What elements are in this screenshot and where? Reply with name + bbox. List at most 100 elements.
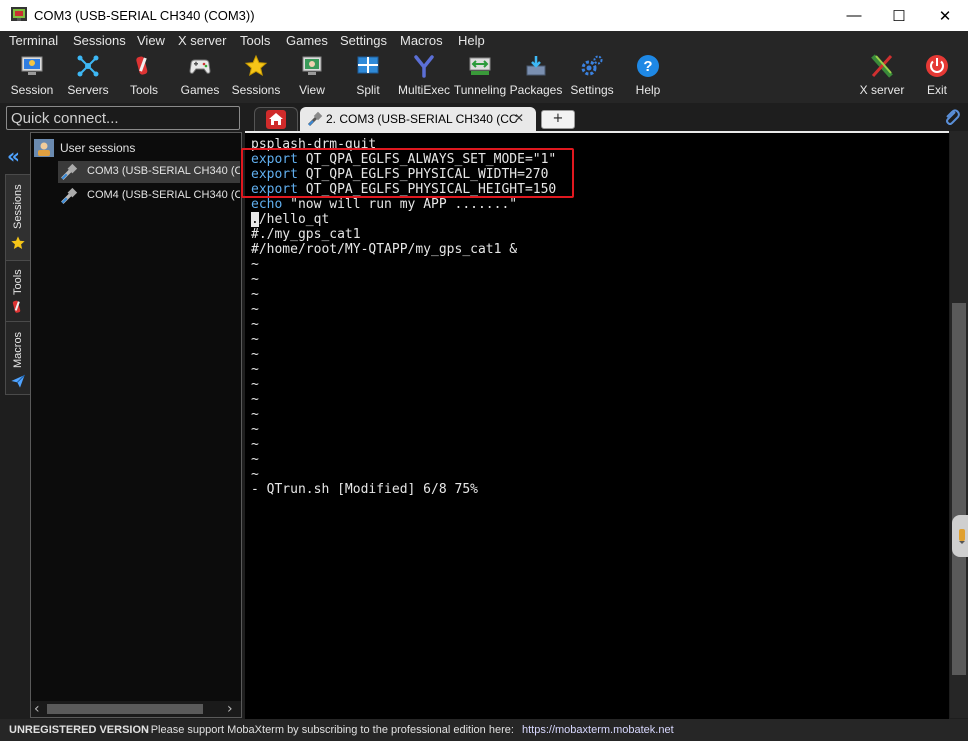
tools-icon — [136, 56, 148, 75]
terminal-tilde: ~ — [251, 362, 259, 377]
terminal-area[interactable]: psplash-drm-quit export QT_QPA_EGLFS_ALW… — [245, 131, 949, 720]
terminal-tilde: ~ — [251, 332, 259, 347]
tab-com3[interactable]: 2. COM3 (USB-SERIAL CH340 (CC ✕ — [300, 107, 536, 131]
unregistered-label: UNREGISTERED VERSION — [9, 724, 149, 736]
terminal-scroll-thumb[interactable] — [952, 303, 966, 675]
terminal-tilde: ~ — [251, 272, 259, 287]
terminal-tilde: ~ — [251, 287, 259, 302]
help-button[interactable]: ? Help — [619, 51, 677, 101]
user-sessions-header[interactable]: User sessions — [60, 141, 135, 155]
window-title: COM3 (USB-SERIAL CH340 (COM3)) — [34, 8, 255, 23]
macros-vertical-label: Macros — [12, 331, 24, 368]
power-icon — [926, 55, 948, 77]
terminal-tilde: ~ — [251, 392, 259, 407]
scroll-right-icon[interactable]: › — [227, 701, 233, 717]
menu-view[interactable]: View — [137, 33, 165, 48]
packages-icon — [526, 56, 546, 76]
menu-sessions[interactable]: Sessions — [73, 33, 126, 48]
exit-button[interactable]: Exit — [908, 51, 966, 101]
pencil-icon — [959, 529, 965, 544]
new-tab-button[interactable]: + — [541, 110, 575, 129]
menu-x-server[interactable]: X server — [178, 33, 226, 48]
menu-terminal[interactable]: Terminal — [9, 33, 58, 48]
exit-label: Exit — [926, 83, 947, 97]
mobaxterm-app-icon — [11, 7, 27, 21]
help-icon: ? — [637, 55, 659, 77]
view-icon — [302, 56, 322, 75]
multiexec-icon — [414, 55, 434, 78]
help-label: Help — [635, 83, 661, 97]
terminal-line: ./hello_qt — [251, 212, 330, 227]
terminal-vertical-scrollbar[interactable] — [950, 131, 968, 718]
paperclip-icon[interactable] — [943, 108, 961, 130]
terminal-tilde: ~ — [251, 452, 259, 467]
terminal-line: #/home/root/MY-QTAPP/my_gps_cat1 & — [251, 242, 518, 257]
gear-icon — [581, 55, 603, 76]
session-item-com3[interactable]: COM3 (USB-SERIAL CH340 (CC — [58, 161, 240, 183]
menu-bar: Terminal Sessions View X server Tools Ga… — [0, 31, 968, 51]
terminal-tilde: ~ — [251, 257, 259, 272]
star-icon — [11, 236, 25, 249]
terminal-tilde: ~ — [251, 467, 259, 482]
close-window-button[interactable]: ✕ — [922, 0, 968, 31]
sessions-horizontal-scrollbar[interactable]: ‹ › — [31, 701, 241, 717]
quick-connect-box — [6, 106, 240, 130]
main-toolbar: Session Servers Tools Games Sessions Vie… — [0, 51, 968, 103]
gamepad-icon — [189, 59, 211, 74]
sidebar-vertical-strip: « Sessions Tools Macros — [4, 132, 31, 395]
terminal-tilde: ~ — [251, 422, 259, 437]
star-icon — [244, 54, 268, 77]
menu-help[interactable]: Help — [458, 33, 485, 48]
macros-vertical-tab[interactable]: Macros — [5, 321, 31, 395]
terminal-tilde: ~ — [251, 437, 259, 452]
sessions-panel: User sessions COM3 (USB-SERIAL CH340 (CC… — [30, 132, 242, 718]
highlight-box — [241, 148, 574, 198]
tools-vertical-tab[interactable]: Tools — [5, 260, 31, 322]
vi-status-line: - QTrun.sh [Modified] 6/8 75% — [251, 482, 478, 497]
status-bar: UNREGISTERED VERSION - Please support Mo… — [0, 719, 968, 741]
session-item-com3-label: COM3 (USB-SERIAL CH340 (CC — [87, 165, 240, 177]
quick-connect-input[interactable] — [11, 107, 233, 129]
session-item-com4-label: COM4 (USB-SERIAL CH340 (CC — [87, 189, 240, 201]
menu-tools[interactable]: Tools — [240, 33, 270, 48]
terminal-tilde: ~ — [251, 377, 259, 392]
x-server-icon — [871, 54, 893, 78]
menu-macros[interactable]: Macros — [400, 33, 443, 48]
sessions-vertical-tab[interactable]: Sessions — [5, 174, 31, 261]
support-message: - Please support MobaXterm by subscribin… — [144, 724, 514, 736]
tunneling-icon — [469, 57, 491, 75]
mobatek-link[interactable]: https://mobaxterm.mobatek.net — [522, 724, 674, 736]
session-icon — [21, 56, 43, 75]
menu-games[interactable]: Games — [286, 33, 328, 48]
window-title-bar: COM3 (USB-SERIAL CH340 (COM3)) — ☐ ✕ — [0, 0, 968, 31]
serial-plug-icon — [61, 163, 78, 180]
text-cursor: . — [251, 212, 259, 227]
split-icon — [357, 56, 379, 74]
minimize-button[interactable]: — — [831, 0, 877, 31]
paper-plane-icon — [11, 374, 26, 388]
servers-icon — [77, 55, 99, 77]
terminal-line: #./my_gps_cat1 — [251, 227, 361, 242]
serial-plug-icon — [307, 111, 323, 127]
terminal-tilde: ~ — [251, 347, 259, 362]
terminal-line: echo "now will run my APP ......." — [251, 197, 518, 212]
tab-close-icon[interactable]: ✕ — [514, 111, 524, 125]
user-sessions-icon — [34, 139, 54, 157]
side-popout-tab[interactable] — [952, 515, 968, 557]
tools-icon — [12, 300, 21, 313]
session-item-com4[interactable]: COM4 (USB-SERIAL CH340 (CC — [58, 185, 240, 207]
terminal-tilde: ~ — [251, 407, 259, 422]
terminal-tilde: ~ — [251, 317, 259, 332]
sessions-vertical-label: Sessions — [12, 184, 24, 229]
maximize-button[interactable]: ☐ — [876, 0, 922, 31]
scroll-left-icon[interactable]: ‹ — [34, 701, 40, 717]
tools-vertical-label: Tools — [12, 269, 24, 295]
collapse-sidebar-icon[interactable]: « — [7, 146, 20, 166]
terminal-tilde: ~ — [251, 302, 259, 317]
menu-settings[interactable]: Settings — [340, 33, 387, 48]
serial-plug-icon — [61, 187, 78, 204]
home-icon — [266, 110, 286, 129]
home-tab[interactable] — [254, 107, 298, 131]
scroll-thumb[interactable] — [47, 704, 203, 714]
svg-text:?: ? — [643, 58, 652, 75]
